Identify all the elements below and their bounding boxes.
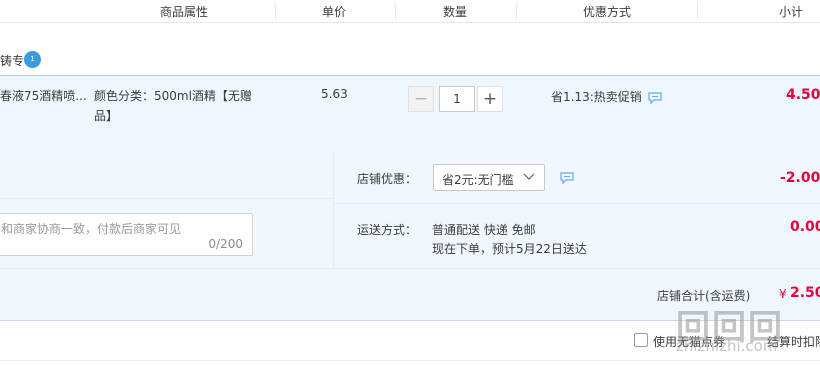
store-discount-select[interactable]: 省2元:无门槛 — [433, 164, 545, 191]
header-divider — [516, 3, 517, 19]
shop-name[interactable]: 铸专 — [0, 52, 24, 69]
shipping-eta: 现在下单，预计5月22日送达 — [432, 242, 587, 256]
column-header-discount: 优惠方式 — [583, 5, 632, 19]
item-attributes-line2: 品】 — [94, 109, 119, 123]
shipping-amount: 0.00 — [790, 219, 820, 235]
memo-char-counter: 0/200 — [208, 237, 243, 251]
shipping-label: 运送方式： — [357, 223, 418, 237]
item-title[interactable]: 春液75酒精喷... — [0, 87, 87, 104]
shop-chat-badge-icon[interactable]: 1 — [24, 51, 41, 68]
panel-divider — [333, 153, 334, 268]
watermark-text: zhizhizhi.com — [676, 337, 778, 355]
column-header-quantity: 数量 — [443, 5, 468, 19]
quantity-decrease-button[interactable]: − — [408, 86, 434, 112]
item-discount-text: 省1.13:热卖促销 — [551, 90, 642, 104]
item-unit-price: 5.63 — [321, 87, 348, 101]
shop-badge-text: 1 — [30, 55, 35, 63]
quantity-value: 1 — [453, 92, 461, 106]
store-discount-amount: -2.00 — [780, 170, 820, 186]
chevron-down-icon — [523, 173, 535, 180]
store-discount-selected: 省2元:无门槛 — [442, 173, 514, 187]
shop-total-currency: ¥ — [779, 287, 787, 301]
column-header-unit-price: 单价 — [322, 5, 347, 19]
quantity-increase-button[interactable]: + — [477, 86, 503, 112]
store-discount-label: 店铺优惠： — [357, 172, 418, 186]
item-attributes-line1: 颜色分类：500ml酒精【无赠 — [94, 89, 252, 103]
header-divider — [275, 3, 276, 19]
coupon-checkbox[interactable] — [634, 333, 648, 347]
cart-table-header: 商品属性 单价 数量 优惠方式 小计 — [0, 0, 820, 22]
shipping-method: 普通配送 快递 免邮 — [432, 223, 536, 237]
panel-divider — [0, 198, 333, 199]
panel-divider — [0, 268, 820, 269]
column-header-attributes: 商品属性 — [160, 5, 209, 19]
footer-bottom-border — [0, 360, 820, 361]
shop-total-value: 2.50 — [790, 285, 820, 301]
chat-icon[interactable] — [560, 172, 574, 184]
quantity-input[interactable]: 1 — [439, 86, 475, 112]
seller-memo-textarea[interactable]: 和商家协商一致，付款后商家可见 0/200 — [0, 213, 253, 256]
chat-icon[interactable] — [648, 92, 662, 104]
column-header-subtotal: 小计 — [779, 5, 804, 19]
panel-divider — [333, 203, 820, 204]
header-divider — [697, 3, 698, 19]
header-bottom-border — [0, 22, 820, 23]
memo-placeholder: 和商家协商一致，付款后商家可见 — [1, 222, 182, 236]
header-divider — [395, 3, 396, 19]
item-subtotal: 4.50 — [786, 87, 820, 103]
